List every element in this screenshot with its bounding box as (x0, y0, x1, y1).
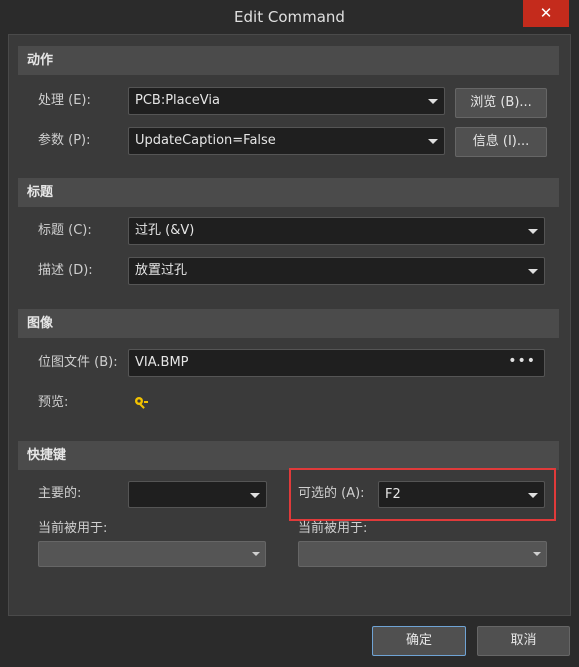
title-value: 过孔 (&V) (135, 223, 195, 238)
cancel-button[interactable]: 取消 (477, 626, 570, 656)
primary-shortcut-label: 主要的: (38, 486, 82, 501)
primary-used-label: 当前被用于: (38, 521, 108, 536)
section-header-caption: 标题 (18, 178, 559, 207)
via-icon (135, 397, 148, 409)
close-icon: ✕ (539, 4, 553, 22)
highlight-box (289, 468, 556, 521)
chevron-down-icon (428, 139, 438, 144)
browse-button[interactable]: 浏览 (B)... (455, 88, 547, 118)
primary-shortcut-dropdown[interactable] (128, 481, 267, 508)
process-dropdown[interactable]: PCB:PlaceVia (128, 87, 445, 115)
close-button[interactable]: ✕ (523, 0, 569, 27)
window-title: Edit Command (234, 8, 345, 26)
title-label: 标题 (C): (38, 223, 92, 238)
params-value: UpdateCaption=False (135, 133, 276, 148)
title-dropdown[interactable]: 过孔 (&V) (128, 217, 545, 245)
params-dropdown[interactable]: UpdateCaption=False (128, 127, 445, 155)
description-value: 放置过孔 (135, 263, 188, 278)
process-label: 处理 (E): (38, 93, 91, 108)
chevron-down-icon (533, 552, 541, 556)
chevron-down-icon (528, 229, 538, 234)
primary-used-dropdown[interactable] (38, 541, 266, 567)
section-header-shortcut: 快捷键 (18, 441, 559, 470)
preview-label: 预览: (38, 395, 69, 410)
ok-button[interactable]: 确定 (372, 626, 466, 656)
bitmap-value: VIA.BMP (135, 355, 189, 370)
alternate-used-dropdown[interactable] (298, 541, 547, 567)
browse-dots-icon[interactable]: ••• (508, 348, 536, 374)
chevron-down-icon (252, 552, 260, 556)
chevron-down-icon (250, 493, 260, 498)
process-value: PCB:PlaceVia (135, 93, 220, 108)
bitmap-label: 位图文件 (B): (38, 355, 118, 370)
alternate-used-label: 当前被用于: (298, 521, 368, 536)
description-dropdown[interactable]: 放置过孔 (128, 257, 545, 285)
section-header-image: 图像 (18, 309, 559, 338)
description-label: 描述 (D): (38, 263, 93, 278)
info-button[interactable]: 信息 (I)... (455, 127, 547, 157)
params-label: 参数 (P): (38, 133, 91, 148)
chevron-down-icon (528, 269, 538, 274)
bitmap-field[interactable]: VIA.BMP ••• (128, 349, 545, 377)
chevron-down-icon (428, 99, 438, 104)
section-header-action: 动作 (18, 46, 559, 75)
